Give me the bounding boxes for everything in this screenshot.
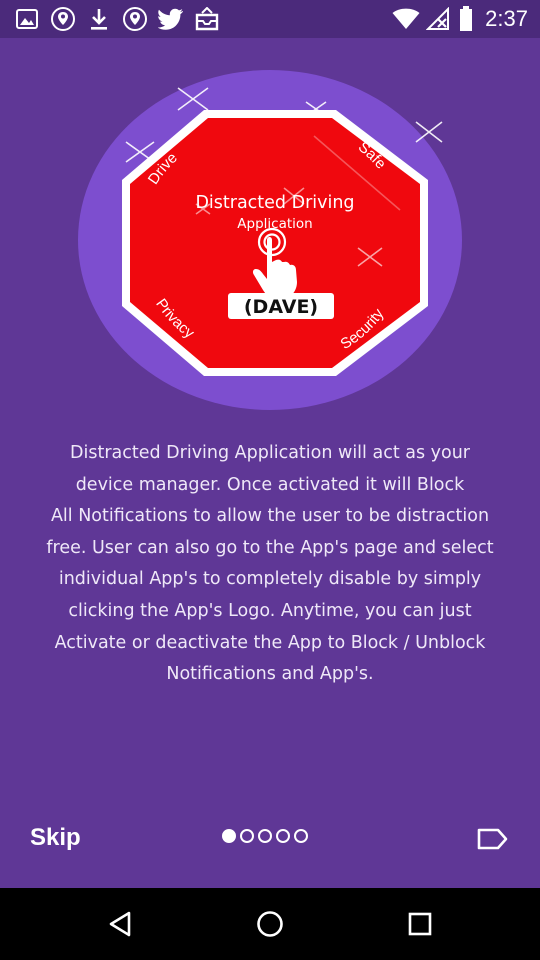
description-line: individual App's to completely disable b…: [58, 569, 482, 590]
description-line: clicking the App's Logo. Anytime, you ca…: [68, 600, 472, 621]
page-dot-2: [240, 829, 254, 843]
page-dot-3: [258, 829, 272, 843]
download-icon: [88, 6, 110, 32]
dave-logo: Drive Safe Privacy Security Distracted D…: [78, 70, 463, 410]
logo-title: Distracted Driving: [195, 193, 354, 213]
page-indicator: [222, 829, 308, 843]
image-icon: [16, 6, 38, 32]
status-bar: 2:37: [0, 0, 540, 38]
inbox-icon: [194, 6, 220, 32]
no-signal-icon: [426, 6, 450, 32]
description-line: free. User can also go to the App's page…: [46, 537, 494, 558]
back-triangle-icon: [109, 911, 131, 937]
wifi-icon: [392, 6, 420, 32]
description-line: Activate or deactivate the App to Block …: [54, 632, 486, 653]
skip-button[interactable]: Skip: [30, 824, 81, 852]
next-button[interactable]: [476, 826, 510, 852]
back-button[interactable]: [100, 906, 140, 942]
page-dot-4: [276, 829, 290, 843]
navigation-bar: [0, 888, 540, 960]
page-dot-1: [222, 829, 236, 843]
description-line: Notifications and App's.: [166, 664, 374, 685]
description-line: device manager. Once activated it will B…: [75, 474, 465, 495]
home-button[interactable]: [250, 906, 290, 942]
location-shield-icon: [50, 6, 76, 32]
page-dot-5: [294, 829, 308, 843]
battery-icon: [458, 6, 474, 32]
home-circle-icon: [257, 911, 283, 937]
description-text: Distracted Driving Application will act …: [14, 438, 526, 691]
dave-badge: (DAVE): [244, 296, 318, 318]
recents-button[interactable]: [400, 906, 440, 942]
description-line: Distracted Driving Application will act …: [70, 443, 470, 463]
description-line: All Notifications to allow the user to b…: [50, 506, 490, 527]
clock: 2:37: [485, 6, 528, 31]
next-arrow-icon: [477, 828, 508, 850]
intro-slide: Drive Safe Privacy Security Distracted D…: [0, 38, 540, 888]
recents-square-icon: [408, 912, 432, 936]
twitter-bird-icon: [158, 6, 184, 32]
location-shield-icon: [122, 6, 148, 32]
